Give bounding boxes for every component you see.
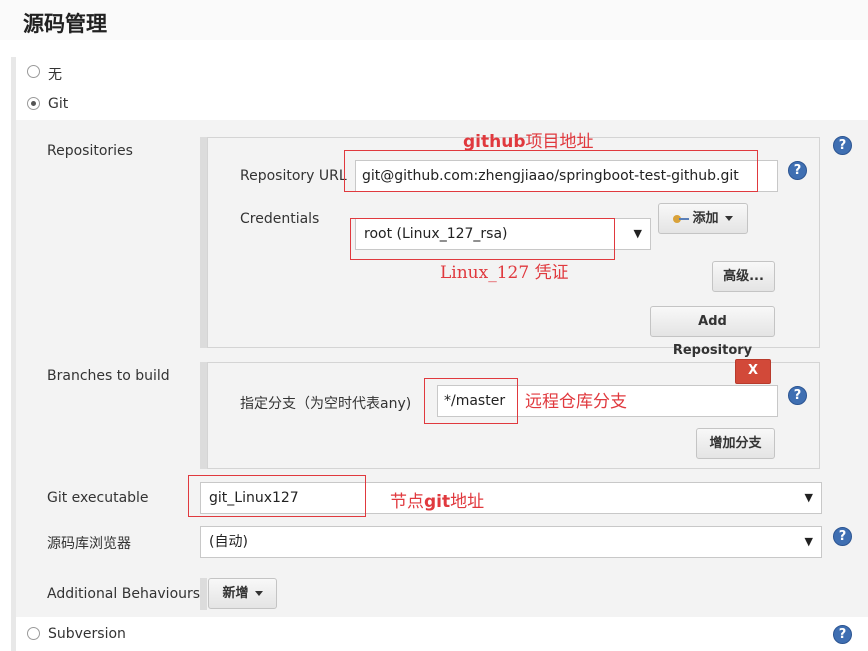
scm-git-label: Git <box>48 96 69 112</box>
add-repository-button[interactable]: Add Repository <box>650 306 775 358</box>
git-executable-label: Git executable <box>47 490 149 506</box>
repo-browser-select[interactable]: (自动) ▼ <box>200 526 822 558</box>
repositories-label: Repositories <box>47 143 133 159</box>
annotation-node-git-suffix: 地址 <box>450 492 485 512</box>
annotation-node-git: 节点git地址 <box>390 487 484 512</box>
branch-specifier-help-icon[interactable]: ? <box>788 386 807 405</box>
annotation-branch-box <box>424 378 518 424</box>
annotation-node-git-bold: git <box>424 492 451 512</box>
add-behaviour-label: 新增 <box>222 586 249 601</box>
section-title: 源码管理 <box>23 12 107 36</box>
caret-down-icon <box>724 216 733 221</box>
scm-subversion-label: Subversion <box>48 626 126 642</box>
repo-browser-value: (自动) <box>209 534 248 550</box>
credentials-label: Credentials <box>240 211 320 227</box>
repo-browser-label: 源码库浏览器 <box>47 536 131 552</box>
branches-label: Branches to build <box>47 368 170 384</box>
repository-url-help-icon[interactable]: ? <box>788 161 807 180</box>
scm-git-radio[interactable] <box>27 97 40 110</box>
additional-behaviours-label: Additional Behaviours <box>47 586 201 602</box>
dropdown-arrow-icon: ▼ <box>804 491 813 504</box>
annotation-credentials-box <box>350 218 615 260</box>
annotation-github-address: github项目地址 <box>463 127 594 152</box>
advanced-button[interactable]: 高级... <box>712 261 775 292</box>
annotation-branch-note: 远程仓库分支 <box>525 392 627 412</box>
add-credentials-button[interactable]: 添加 <box>658 203 748 234</box>
key-icon <box>673 214 690 223</box>
add-branch-button[interactable]: 增加分支 <box>696 428 775 459</box>
scm-none-label: 无 <box>48 67 62 83</box>
add-credentials-label: 添加 <box>692 211 719 226</box>
header-background <box>0 0 868 40</box>
annotation-git-exec-box <box>188 475 366 517</box>
repositories-nest-bar <box>200 137 207 348</box>
annotation-node-git-prefix: 节点 <box>390 492 424 512</box>
scm-none-radio[interactable] <box>27 65 40 78</box>
annotation-url-box <box>344 150 758 192</box>
behaviours-nest-bar <box>200 578 207 610</box>
add-behaviour-button[interactable]: 新增 <box>208 578 277 609</box>
subversion-help-icon[interactable]: ? <box>833 625 852 644</box>
delete-branch-button[interactable]: X <box>735 359 771 384</box>
dropdown-arrow-icon: ▼ <box>804 535 813 548</box>
branch-specifier-label: 指定分支（为空时代表any) <box>240 396 412 412</box>
repositories-help-icon[interactable]: ? <box>833 136 852 155</box>
dropdown-arrow-icon: ▼ <box>633 227 642 240</box>
scm-subversion-radio[interactable] <box>27 627 40 640</box>
annotation-github-address-rest: 项目地址 <box>525 132 594 152</box>
annotation-credential-note: Linux_127 凭证 <box>440 263 569 283</box>
annotation-github-address-bold: github <box>463 132 526 152</box>
repository-url-label: Repository URL <box>240 168 347 184</box>
branches-nest-bar <box>200 362 207 469</box>
caret-down-icon <box>254 591 263 596</box>
repo-browser-help-icon[interactable]: ? <box>833 527 852 546</box>
